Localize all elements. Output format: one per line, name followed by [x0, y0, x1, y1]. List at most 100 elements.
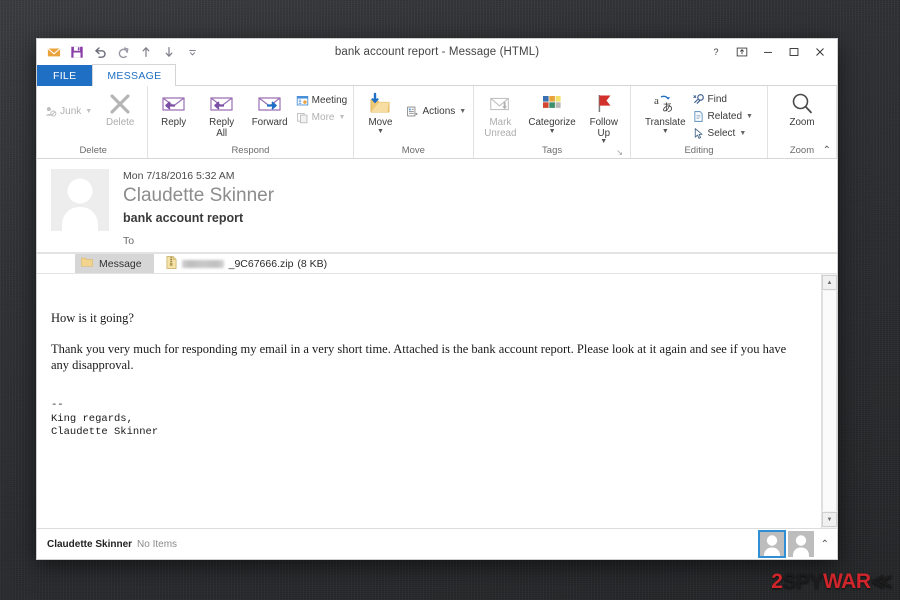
people-pane-avatar-2[interactable]: [787, 531, 814, 557]
ribbon-group-respond: Reply Reply All Forward Meeting More ▼ R…: [148, 86, 354, 158]
save-icon[interactable]: [66, 41, 88, 63]
svg-text:?: ?: [713, 47, 718, 57]
ribbon: Junk ▼ Delete Delete Reply Reply All For…: [37, 86, 837, 159]
actions-label: Actions: [422, 106, 456, 117]
find-icon: [692, 93, 705, 106]
zoom-button[interactable]: Zoom: [778, 89, 826, 129]
reply-label: Reply: [161, 117, 187, 128]
body-paragraph-2: Thank you very much for responding my em…: [51, 342, 787, 372]
forward-button[interactable]: Forward: [246, 89, 294, 129]
move-folder-icon: [366, 91, 394, 117]
message-body[interactable]: How is it going? Thank you very much for…: [37, 274, 821, 528]
message-tab-chip[interactable]: Message: [75, 254, 154, 273]
message-header-row: Mon 7/18/2016 5:32 AM Claudette Skinner …: [37, 169, 837, 231]
select-button[interactable]: Select ▼: [690, 125, 757, 142]
attachment-size: (8 KB): [297, 257, 328, 270]
message-sender-name[interactable]: Claudette Skinner: [123, 185, 823, 207]
help-button[interactable]: ?: [703, 40, 729, 64]
status-bar-right: ⌃: [757, 530, 833, 558]
actions-button[interactable]: Actions ▼: [404, 103, 470, 120]
group-label-respond: Respond: [231, 145, 270, 156]
watermark-part-2: SPY: [782, 569, 824, 593]
customize-quick-access-icon[interactable]: [181, 41, 203, 63]
meeting-icon: [296, 94, 309, 107]
mark-unread-label: Mark: [489, 117, 512, 128]
scroll-down-button[interactable]: ▼: [822, 512, 837, 527]
message-chip-label: Message: [99, 257, 142, 270]
scroll-up-button[interactable]: ▲: [822, 275, 837, 290]
reply-button[interactable]: Reply: [150, 89, 198, 129]
group-label-tags: Tags ↘: [479, 145, 625, 158]
svg-text:あ: あ: [662, 101, 673, 114]
tab-file[interactable]: FILE: [37, 65, 93, 86]
reply-all-icon: [208, 91, 236, 117]
related-label: Related: [707, 111, 742, 122]
reply-all-label2: All: [216, 127, 228, 139]
follow-up-label: Follow: [589, 117, 618, 128]
redo-icon[interactable]: [112, 41, 134, 63]
more-button[interactable]: More ▼: [294, 109, 352, 126]
move-button[interactable]: Move ▼: [356, 89, 404, 135]
ribbon-group-move: Move ▼ Actions ▼ Move: [354, 86, 475, 158]
zoom-label: Zoom: [789, 117, 815, 128]
meeting-button[interactable]: Meeting: [294, 92, 352, 109]
close-button[interactable]: [807, 40, 833, 64]
tab-message[interactable]: MESSAGE: [92, 64, 177, 86]
minimize-button[interactable]: [755, 40, 781, 64]
follow-up-button[interactable]: Follow Up ▼: [580, 89, 628, 145]
more-icon: [296, 111, 309, 124]
chevron-down-icon: ▼: [338, 114, 346, 121]
ribbon-group-delete: Junk ▼ Delete Delete: [39, 86, 149, 158]
message-body-area: How is it going? Thank you very much for…: [37, 274, 837, 528]
chevron-down-icon: ▼: [459, 108, 467, 115]
categorize-icon: [540, 91, 564, 117]
body-scrollbar[interactable]: ▲ ▼: [821, 274, 837, 528]
attachment-name-suffix: _9C67666.zip: [228, 257, 294, 270]
translate-label: Translate: [645, 117, 686, 128]
people-pane-expand-icon[interactable]: ⌃: [821, 539, 829, 550]
maximize-button[interactable]: [781, 40, 807, 64]
find-button[interactable]: Find: [690, 91, 757, 108]
status-item-count: No Items: [137, 538, 178, 550]
undo-icon[interactable]: [89, 41, 111, 63]
mark-unread-button[interactable]: Mark Unread: [476, 89, 524, 139]
forward-icon: [256, 91, 284, 117]
previous-item-icon[interactable]: [135, 41, 157, 63]
group-label-delete: Delete: [79, 145, 107, 156]
translate-button[interactable]: a あ Translate ▼: [641, 89, 689, 135]
dialog-launcher-icon[interactable]: ↘: [616, 148, 623, 157]
zip-file-icon: [166, 255, 177, 272]
mail-icon[interactable]: [43, 41, 65, 63]
mark-unread-label2: Unread: [484, 127, 517, 139]
watermark-logo: 2 SPY WAR ≪: [771, 569, 892, 594]
mark-unread-icon: [487, 91, 513, 117]
ribbon-display-options-button[interactable]: [729, 40, 755, 64]
chevron-down-icon: ▼: [746, 113, 753, 120]
collapse-ribbon-button[interactable]: ⌃: [823, 145, 831, 156]
delete-icon: [107, 91, 133, 117]
select-label: Select: [707, 128, 736, 139]
watermark-part-4: ≪: [870, 570, 893, 593]
message-header-info: Mon 7/18/2016 5:32 AM Claudette Skinner …: [123, 169, 823, 231]
message-chip-icon: [81, 257, 93, 270]
reply-all-button[interactable]: Reply All: [198, 89, 246, 139]
watermark-part-1: 2: [771, 569, 783, 593]
find-label: Find: [707, 94, 727, 105]
attachment-item[interactable]: _9C67666.zip (8 KB): [154, 255, 336, 272]
scrollbar-track[interactable]: [822, 291, 837, 511]
people-pane-avatar-1[interactable]: [757, 530, 786, 558]
ribbon-group-editing: a あ Translate ▼ Find Related ▼ Select ▼ …: [631, 86, 768, 158]
related-button[interactable]: Related ▼: [690, 108, 757, 125]
to-row: To: [37, 231, 837, 252]
reply-icon: [160, 91, 188, 117]
chevron-down-icon: ▼: [661, 127, 669, 135]
junk-button[interactable]: Junk ▼: [42, 103, 96, 120]
to-label: To: [123, 235, 135, 247]
move-label: Move: [368, 117, 393, 128]
reply-all-label: Reply: [209, 117, 235, 128]
delete-label: Delete: [106, 117, 135, 128]
delete-button[interactable]: Delete: [96, 89, 144, 129]
status-bar: Claudette Skinner No Items ⌃: [37, 528, 837, 559]
next-item-icon[interactable]: [158, 41, 180, 63]
categorize-button[interactable]: Categorize ▼: [524, 89, 579, 135]
